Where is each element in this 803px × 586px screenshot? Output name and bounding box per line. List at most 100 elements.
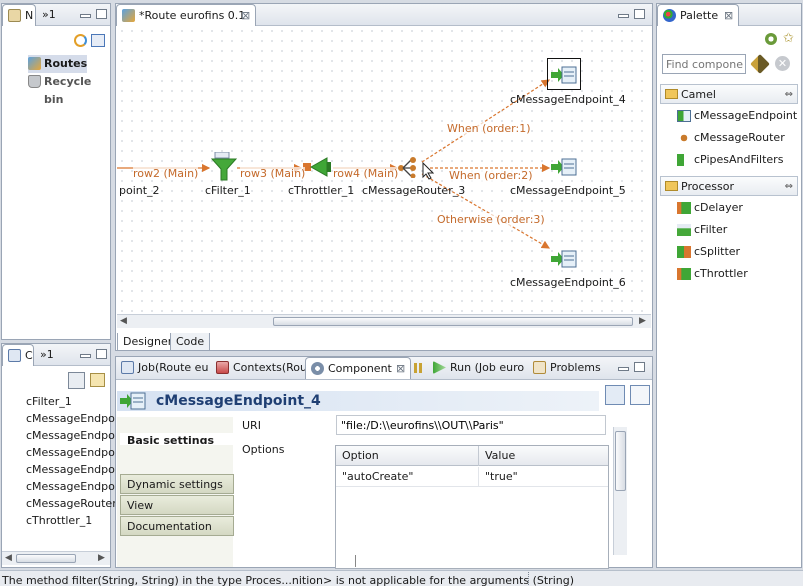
close-icon[interactable]: ⊠: [241, 5, 250, 26]
tab-job[interactable]: Job(Route eu: [116, 357, 211, 379]
settings-vscrollbar[interactable]: [613, 427, 627, 555]
tab-run[interactable]: Run (Job euro: [428, 357, 528, 379]
editor-maximize-button[interactable]: [634, 9, 645, 19]
maximize-button[interactable]: [96, 9, 107, 19]
component-grid-icon[interactable]: [414, 363, 424, 373]
collapse-icon[interactable]: ⇔: [785, 85, 793, 104]
option-cell[interactable]: "autoCreate": [336, 467, 413, 487]
table-row[interactable]: "autoCreate" "true": [336, 467, 608, 487]
uri-input[interactable]: [336, 415, 606, 435]
outline-maximize-button[interactable]: [96, 349, 107, 359]
value-cell[interactable]: "true": [478, 467, 518, 487]
outline-scroll-left-icon[interactable]: ◀: [5, 553, 12, 563]
outline-tab-overflow[interactable]: »1: [40, 348, 54, 361]
palette-item-csplitter[interactable]: cSplitter: [677, 242, 740, 262]
palette-item-label: cPipesAndFilters: [694, 153, 784, 166]
tab-dynamic-settings[interactable]: Dynamic settings: [120, 474, 234, 494]
tab-component[interactable]: Component ⊠: [305, 357, 411, 379]
collapse-icon[interactable]: ⇔: [785, 177, 793, 196]
outline-item[interactable]: cMessageEndpo: [26, 444, 115, 461]
tab-palette[interactable]: Palette ⊠: [657, 4, 739, 26]
palette-section-camel[interactable]: Camel ⇔: [660, 84, 798, 104]
outline-hscrollbar[interactable]: ◀ ▶: [2, 551, 110, 565]
component-title: cMessageEndpoint_4: [156, 393, 321, 409]
palette-item-label: cThrottler: [694, 267, 748, 280]
tab-overflow[interactable]: »1: [42, 8, 56, 21]
tab-navigator[interactable]: N: [2, 4, 36, 26]
palette-close-icon[interactable]: ⊠: [724, 5, 733, 26]
route-editor-view: *Route eurofins 0.1 ⊠ row2 (Main) row3 (…: [115, 3, 653, 351]
endpoint-4-node-icon[interactable]: [550, 64, 578, 86]
tree-item-routes[interactable]: Routes: [28, 55, 88, 73]
palette-item-cmessagerouter[interactable]: cMessageRouter: [677, 128, 785, 148]
palette-item-cdelayer[interactable]: cDelayer: [677, 198, 743, 218]
palette-item-cmessageendpoint[interactable]: cMessageEndpoint: [677, 106, 797, 126]
canvas-scroll-left-icon[interactable]: ◀: [120, 316, 127, 326]
outline-item[interactable]: cMessageEndpo: [26, 461, 115, 478]
minimize-button[interactable]: [80, 14, 91, 18]
designer-canvas[interactable]: row2 (Main) row3 (Main) row4 (Main) When…: [117, 26, 651, 313]
palette-item-cthrottler[interactable]: cThrottler: [677, 264, 748, 284]
filter-node-icon[interactable]: [211, 152, 237, 182]
endpoint-2-label: point_2: [119, 184, 160, 197]
outline-mode-icon[interactable]: [90, 373, 105, 387]
palette-find-input[interactable]: [662, 54, 746, 74]
layout-vertical-button[interactable]: [605, 385, 625, 405]
endpoint-6-node-icon[interactable]: [550, 248, 578, 270]
tree-mode-icon[interactable]: [68, 372, 85, 389]
palette-item-cfilter[interactable]: cFilter: [677, 220, 727, 240]
bottom-tabbar: Job(Route eu Contexts(Rou Component ⊠ Ru…: [116, 357, 652, 380]
endpoint-5-node-icon[interactable]: [550, 156, 578, 178]
filter-view-icon[interactable]: [91, 34, 105, 47]
outline-icon: [8, 349, 21, 362]
component-close-icon[interactable]: ⊠: [396, 358, 405, 379]
tab-code[interactable]: Code: [170, 333, 211, 351]
tab-documentation[interactable]: Documentation: [120, 516, 234, 536]
column-header-value[interactable]: Value: [478, 446, 515, 466]
sync-icon[interactable]: [74, 34, 87, 47]
settings-scroll-thumb[interactable]: [615, 431, 626, 491]
tab-problems[interactable]: Problems: [528, 357, 608, 379]
tree-item-recycle-bin[interactable]: Recycle bin: [28, 73, 110, 106]
bottom-maximize-button[interactable]: [634, 362, 645, 372]
palette-settings-icon[interactable]: [765, 33, 777, 45]
status-separator: [528, 572, 530, 585]
bottom-minimize-button[interactable]: [618, 367, 629, 371]
layout-horizontal-button[interactable]: [630, 385, 650, 405]
outline-minimize-button[interactable]: [80, 354, 91, 358]
outline-item[interactable]: cMessageEndpo: [26, 478, 115, 495]
clear-search-icon[interactable]: ✕: [775, 56, 790, 71]
tab-route-eurofins[interactable]: *Route eurofins 0.1 ⊠: [116, 4, 256, 26]
endpoint-5-label: cMessageEndpoint_5: [510, 184, 626, 197]
outline-scroll-thumb[interactable]: [16, 554, 76, 563]
palette-item-label: cFilter: [694, 223, 728, 236]
canvas-hscrollbar[interactable]: ◀ ▶: [117, 314, 651, 328]
outline-item[interactable]: cMessageEndpo: [26, 410, 115, 427]
throttler-label: cThrottler_1: [288, 184, 355, 197]
tab-outline[interactable]: C: [2, 344, 34, 366]
component-icon: [311, 362, 324, 375]
palette-item-cpipesandfilters[interactable]: cPipesAndFilters: [677, 150, 783, 170]
outline-view: C »1 cFilter_1 cMessageEndpo cMessageEndpo…: [1, 343, 117, 568]
outline-item[interactable]: cMessageEndpo: [26, 427, 115, 444]
outline-item[interactable]: cThrottler_1: [26, 512, 92, 529]
canvas-scroll-right-icon[interactable]: ▶: [639, 316, 646, 326]
cthrottler-icon: [677, 268, 691, 280]
outline-item[interactable]: cMessageRouter: [26, 495, 117, 512]
tab-contexts[interactable]: Contexts(Rou: [211, 357, 305, 379]
uri-label: URI: [242, 419, 261, 432]
column-header-option[interactable]: Option: [336, 446, 379, 466]
find-search-icon[interactable]: [750, 54, 770, 74]
outline-item[interactable]: cFilter_1: [26, 393, 72, 410]
throttler-node-icon[interactable]: [303, 156, 333, 180]
tab-palette-label: Palette: [680, 9, 719, 22]
options-table[interactable]: Option Value "autoCreate" "true": [335, 445, 609, 569]
editor-minimize-button[interactable]: [618, 14, 629, 18]
canvas-scroll-thumb[interactable]: [273, 317, 633, 326]
outline-scroll-right-icon[interactable]: ▶: [98, 553, 105, 563]
tab-view[interactable]: View: [120, 495, 234, 515]
favorite-star-icon[interactable]: ✩: [783, 31, 794, 46]
tab-basic-settings[interactable]: Basic settings: [120, 433, 234, 445]
palette-section-processor[interactable]: Processor ⇔: [660, 176, 798, 196]
tab-run-label: Run (Job euro: [450, 361, 525, 374]
